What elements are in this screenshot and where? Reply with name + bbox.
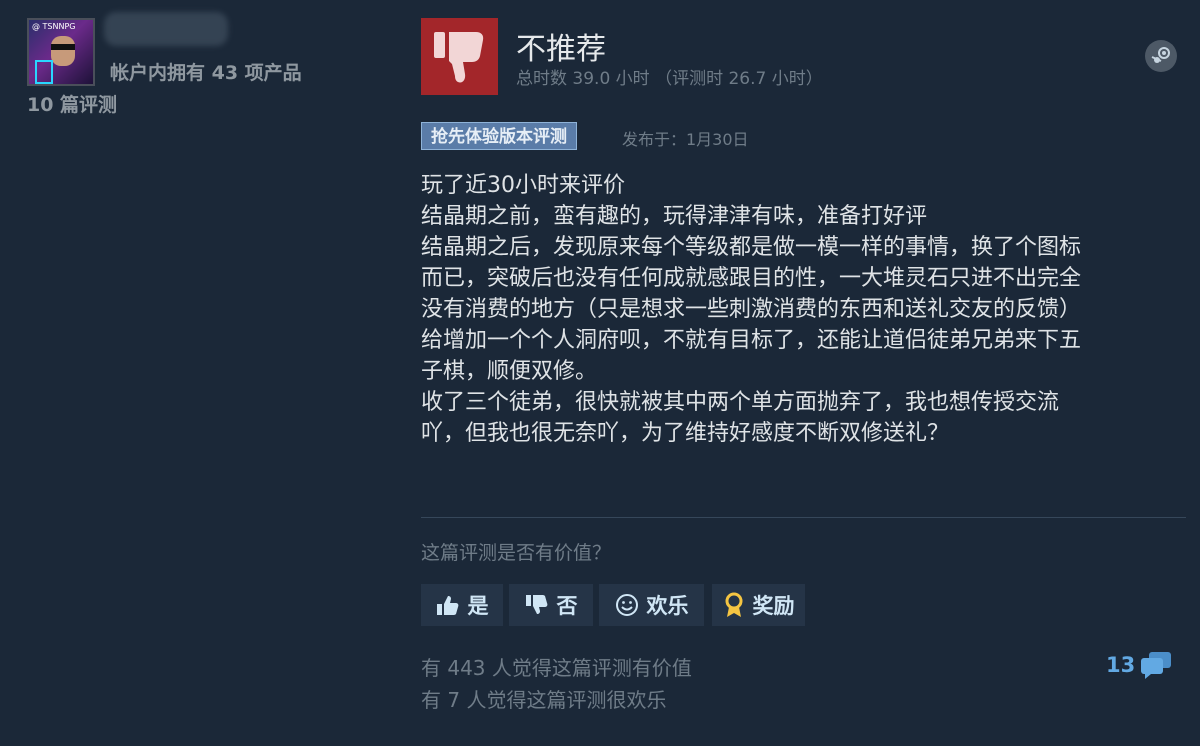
comment-bubble-icon xyxy=(1141,652,1172,679)
comments-link[interactable]: 13 xyxy=(1106,650,1173,680)
posted-date: 发布于：1月30日 xyxy=(622,130,749,149)
award-label: 奖励 xyxy=(752,594,795,618)
avatar-face xyxy=(51,36,75,66)
steam-glyph xyxy=(1151,47,1170,63)
thumbs-up-icon xyxy=(436,596,458,615)
vote-no-button[interactable]: 否 xyxy=(509,584,593,626)
award-icon xyxy=(725,592,742,617)
divider xyxy=(421,517,1186,518)
vote-funny-button[interactable]: 欢乐 xyxy=(599,584,704,626)
thumbs-down-box xyxy=(421,18,498,95)
vote-funny-label: 欢乐 xyxy=(646,594,689,618)
review-verdict: 不推荐 xyxy=(516,32,606,67)
early-access-badge: 抢先体验版本评测 xyxy=(421,122,577,150)
review-body: 玩了近30小时来评价 结晶期之前，蛮有趣的，玩得津津有味，准备打好评 结晶期之后… xyxy=(421,173,1082,446)
reviews-count-link[interactable]: 10 篇评测 xyxy=(27,90,117,117)
avatar-glasses xyxy=(51,44,75,50)
avatar-tag: @ TSNNPG xyxy=(32,22,76,31)
comments-count: 13 xyxy=(1106,653,1136,677)
avatar[interactable]: @ TSNNPG xyxy=(27,18,95,86)
blurred-username[interactable] xyxy=(104,12,228,46)
smiley-icon xyxy=(615,594,638,616)
helpful-count: 有 443 人觉得这篇评测有价值 xyxy=(421,656,692,680)
reviewer-panel: @ TSNNPG 帐户内拥有 43 项产品 10 篇评测 xyxy=(0,0,400,746)
vote-yes-label: 是 xyxy=(467,594,489,618)
thumbs-down-small-icon xyxy=(525,595,547,614)
award-button[interactable]: 奖励 xyxy=(712,584,805,626)
play-hours: 总时数 39.0 小时 （评测时 26.7 小时） xyxy=(516,69,823,89)
helpful-question: 这篇评测是否有价值？ xyxy=(421,542,612,564)
avatar-neon-sign xyxy=(35,60,53,84)
vote-no-label: 否 xyxy=(556,594,578,618)
vote-yes-button[interactable]: 是 xyxy=(421,584,503,626)
steam-icon[interactable] xyxy=(1145,40,1177,72)
owned-products-link[interactable]: 帐户内拥有 43 项产品 xyxy=(110,58,302,85)
thumbs-down-icon xyxy=(433,31,483,83)
funny-count: 有 7 人觉得这篇评测很欢乐 xyxy=(421,688,667,712)
